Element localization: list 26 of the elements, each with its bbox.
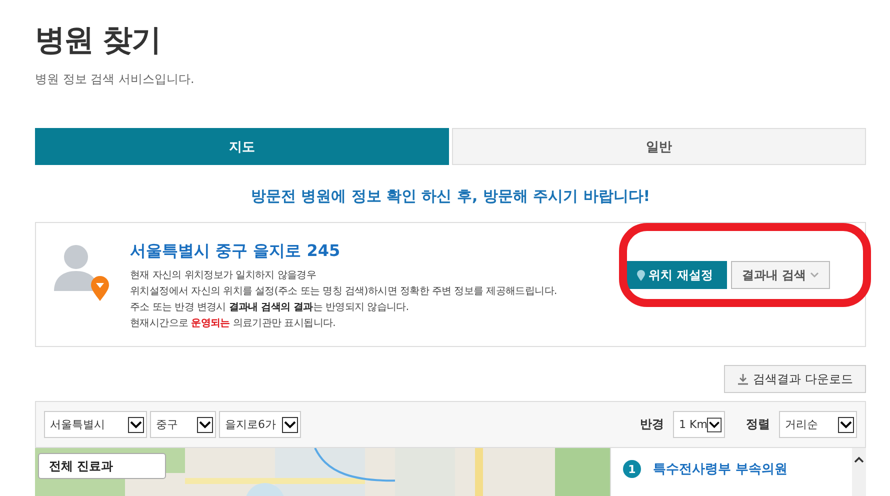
region-select[interactable]: 중구 [150,411,216,438]
sort-label: 정렬 [746,416,770,433]
current-address: 서울특별시 중구 을지로 245 [130,241,342,262]
view-tab[interactable]: 지도 [35,128,449,165]
rank-badge: 1 [623,460,641,478]
department-filter-button[interactable]: 전체 진료과 [38,453,166,479]
hospital-name-link[interactable]: 특수전사령부 부속의원 [653,460,788,478]
region-select[interactable]: 서울특별시 [44,411,147,438]
info-text: 주소 또는 반경 변경시 결과내 검색의 결과는 반영되지 않습니다. [130,301,410,315]
info-text: 현재시간으로 운영되는 의료기관만 표시됩니다. [130,317,337,331]
page-title: 병원 찾기 [35,22,162,60]
info-text: 위치설정에서 자신의 위치를 설정(주소 또는 명칭 검색)하시면 정확한 주변 정보를 제공해드립니다. [130,285,558,299]
notice-text: 방문전 병원에 정보 확인 하신 후, 방문해 주시기 바랍니다! [250,187,652,206]
scroll-up-icon[interactable] [854,456,864,463]
sort-select[interactable]: 거리순 [779,411,857,438]
page-subtitle: 병원 정보 검색 서비스입니다. [35,71,196,88]
region-select[interactable]: 을지로6가 [219,411,301,438]
download-button[interactable]: 검색결과 다운로드 [724,365,866,393]
location-pin-icon [636,270,645,280]
search-in-results-button[interactable]: 결과내 검색 [730,261,830,289]
download-icon [737,373,750,385]
view-tab[interactable]: 일반 [452,128,866,165]
info-text: 현재 자신의 위치정보가 일치하지 않을경우 [130,269,318,283]
radius-select[interactable]: 1 Km [673,411,725,438]
radius-label: 반경 [640,416,664,433]
chevron-down-icon [810,272,819,278]
